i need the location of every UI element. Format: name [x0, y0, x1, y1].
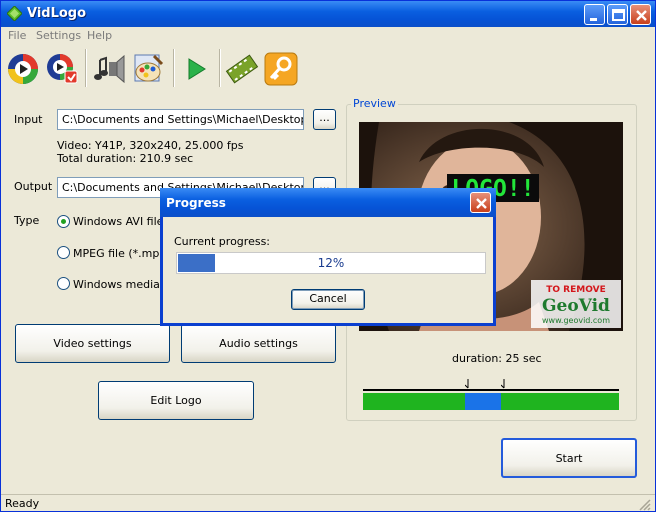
- maximize-button[interactable]: [607, 4, 628, 25]
- play-icon: [188, 58, 206, 80]
- paint-button[interactable]: [132, 52, 166, 86]
- close-icon: [636, 10, 647, 21]
- preview-group-title: Preview: [351, 97, 398, 110]
- timeline-track: [363, 389, 619, 391]
- key-button[interactable]: [264, 52, 298, 86]
- batch-convert-button[interactable]: [45, 52, 79, 86]
- toolbar-separator: [219, 49, 221, 87]
- input-path-field[interactable]: C:\Documents and Settings\Michael\Deskto…: [57, 109, 304, 130]
- film-icon: [225, 54, 259, 84]
- maximize-icon: [612, 9, 625, 21]
- minimize-button[interactable]: [584, 4, 605, 25]
- input-label: Input: [14, 113, 43, 126]
- input-browse-label: ...: [319, 111, 330, 124]
- resize-grip-icon[interactable]: [637, 497, 651, 511]
- convert-button[interactable]: [6, 52, 40, 86]
- toolbar-separator: [173, 49, 175, 87]
- audio-button[interactable]: [92, 52, 126, 86]
- play-button[interactable]: [180, 52, 214, 86]
- close-button[interactable]: [630, 4, 651, 25]
- audio-settings-label: Audio settings: [219, 337, 298, 350]
- menu-file[interactable]: File: [8, 29, 26, 42]
- cancel-label: Cancel: [309, 292, 347, 305]
- progress-percent: 12%: [317, 256, 345, 270]
- type-avi-label[interactable]: Windows AVI file (: [73, 215, 171, 228]
- progress-close-button[interactable]: [470, 192, 491, 213]
- preview-watermark-top: TO REMOVE: [546, 285, 605, 295]
- progress-dialog: Progress Current progress: 12% Cancel: [160, 188, 496, 326]
- preview-watermark-url: www.geovid.com: [542, 316, 610, 325]
- audio-icon: [94, 54, 125, 84]
- progress-dialog-titlebar[interactable]: Progress: [160, 188, 496, 217]
- main-window: VidLogo File Settings Help Input C:\Docu…: [0, 0, 656, 512]
- toolbar-separator: [85, 49, 87, 87]
- audio-settings-button[interactable]: Audio settings: [181, 324, 336, 363]
- status-bar: Ready: [1, 494, 655, 511]
- input-video-info: Video: Y41P, 320x240, 25.000 fps: [57, 139, 244, 152]
- window-title: VidLogo: [27, 6, 87, 21]
- type-wmv-radio[interactable]: [57, 277, 70, 290]
- menu-help[interactable]: Help: [87, 29, 112, 42]
- edit-logo-label: Edit Logo: [150, 394, 202, 407]
- preview-duration: duration: 25 sec: [452, 352, 542, 365]
- progress-label: Current progress:: [174, 235, 271, 248]
- film-button[interactable]: [225, 52, 259, 86]
- progress-bar: 12%: [176, 252, 486, 274]
- edit-logo-button[interactable]: Edit Logo: [98, 381, 254, 420]
- key-icon: [264, 52, 298, 86]
- cancel-button[interactable]: Cancel: [291, 289, 365, 310]
- type-mpeg-radio[interactable]: [57, 246, 70, 259]
- timeline-start-marker[interactable]: [465, 379, 471, 389]
- convert-icon: [8, 54, 38, 84]
- title-bar[interactable]: VidLogo: [1, 1, 655, 27]
- close-icon: [476, 198, 487, 209]
- batch-convert-icon: [47, 54, 78, 84]
- video-settings-button[interactable]: Video settings: [15, 324, 170, 363]
- input-duration-info: Total duration: 210.9 sec: [57, 152, 194, 165]
- status-text: Ready: [5, 497, 40, 510]
- preview-watermark-brand: GeoVid: [542, 296, 610, 316]
- start-button[interactable]: Start: [501, 438, 637, 478]
- menu-bar: File Settings Help: [1, 27, 655, 45]
- type-avi-radio[interactable]: [57, 215, 70, 228]
- menu-settings[interactable]: Settings: [36, 29, 81, 42]
- timeline-selection[interactable]: [465, 393, 501, 410]
- paint-icon: [134, 54, 164, 82]
- app-logo-icon: [7, 6, 22, 21]
- minimize-icon: [590, 18, 597, 21]
- output-label: Output: [14, 180, 53, 193]
- progress-dialog-title: Progress: [166, 196, 226, 210]
- video-settings-label: Video settings: [53, 337, 132, 350]
- input-browse-button[interactable]: ...: [313, 109, 336, 130]
- type-label: Type: [14, 214, 40, 227]
- timeline-end-marker[interactable]: [501, 379, 507, 389]
- start-label: Start: [555, 452, 583, 465]
